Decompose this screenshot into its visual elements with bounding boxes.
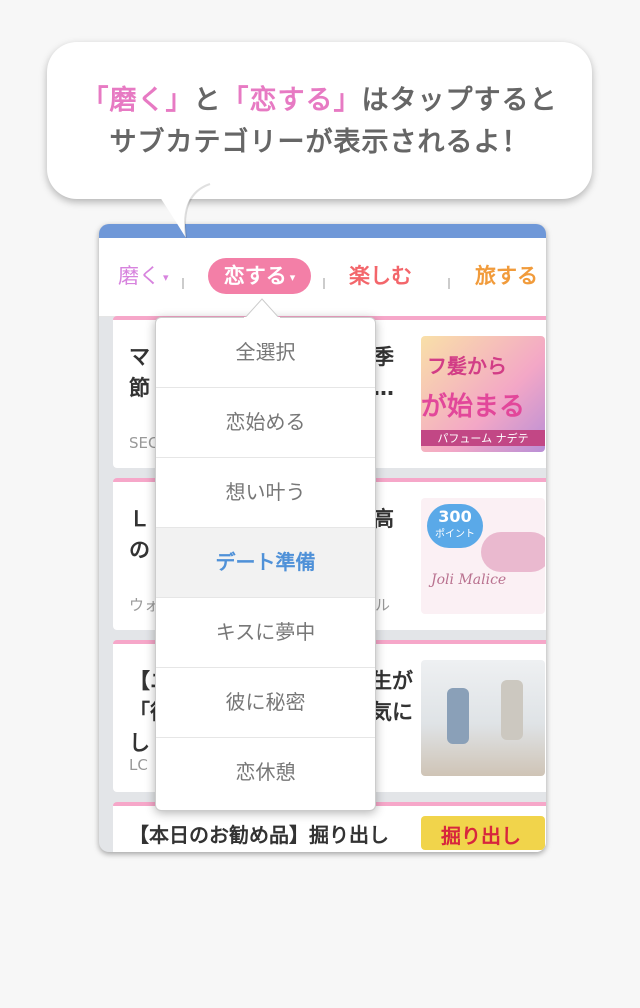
tab-tanoshimu[interactable]: 楽しむ xyxy=(349,258,412,294)
thumbnail-caption: パフューム ナデテ xyxy=(421,430,545,446)
dropdown-item-select-all[interactable]: 全選択 xyxy=(156,318,375,388)
dropdown-item-kare-ni-himitsu[interactable]: 彼に秘密 xyxy=(156,668,375,738)
tab-migaku[interactable]: 磨く ▾ xyxy=(118,258,169,294)
article-thumbnail xyxy=(421,660,545,776)
bubble-line1-end: はタップすると xyxy=(361,85,558,116)
points-value: 300 xyxy=(438,507,472,526)
tab-divider xyxy=(182,278,184,289)
tab-divider xyxy=(448,278,450,289)
article-thumbnail: フ髪から が始まる パフューム ナデテ xyxy=(421,336,545,452)
bubble-tail xyxy=(150,182,211,239)
photo-figure xyxy=(501,680,523,740)
article-source-right: ル xyxy=(375,596,391,614)
points-badge: 300 ポイント xyxy=(427,504,483,548)
highlight-koisuru: 「恋する」 xyxy=(221,85,362,116)
article-source: LC xyxy=(129,756,148,774)
dropdown-item-koi-hajimeru[interactable]: 恋始める xyxy=(156,388,375,458)
tab-migaku-label: 磨く xyxy=(118,264,160,288)
thumbnail-caption: 掘り出し xyxy=(441,824,521,848)
tab-tabisuru[interactable]: 旅する xyxy=(475,258,538,294)
thumbnail-caption: フ髪から xyxy=(427,354,507,378)
article-thumbnail: 掘り出し xyxy=(421,816,545,850)
bubble-text: 「磨く」と「恋する」はタップすると サブカテゴリーが表示されるよ！ xyxy=(47,80,592,164)
article-title: 【本日のお勧め品】掘り出し xyxy=(129,823,389,847)
photo-figure xyxy=(447,688,469,744)
points-label: ポイント xyxy=(435,529,475,540)
brand-logo: Joli Malice xyxy=(431,572,507,588)
article-title-right: 季 … xyxy=(373,345,394,400)
bubble-connector: と xyxy=(193,85,222,116)
tab-koisuru[interactable]: 恋する ▾ xyxy=(208,258,311,294)
bubble-line-2: サブカテゴリーが表示されるよ！ xyxy=(109,127,530,158)
speech-bubble: 「磨く」と「恋する」はタップすると サブカテゴリーが表示されるよ！ xyxy=(47,42,592,199)
dropdown-item-koi-kyukei[interactable]: 恋休憩 xyxy=(156,738,375,807)
subcategory-dropdown: 全選択 恋始める 想い叶う デート準備 キスに夢中 彼に秘密 恋休憩 xyxy=(155,317,376,811)
product-image xyxy=(481,532,545,572)
dropdown-item-date-junbi[interactable]: デート準備 xyxy=(156,528,375,598)
tab-divider xyxy=(323,278,325,289)
dropdown-item-omoi-kanau[interactable]: 想い叶う xyxy=(156,458,375,528)
bubble-line-1: 「磨く」と「恋する」はタップすると xyxy=(47,80,592,122)
highlight-migaku: 「磨く」 xyxy=(81,85,194,116)
category-tab-bar: 磨く ▾ 恋する ▾ 楽しむ 旅する xyxy=(99,238,546,317)
chevron-down-icon: ▾ xyxy=(289,271,296,284)
chevron-down-icon: ▾ xyxy=(163,271,169,284)
dropdown-caret xyxy=(244,298,280,319)
tab-koisuru-label: 恋する xyxy=(223,264,287,288)
article-thumbnail: 300 ポイント Joli Malice xyxy=(421,498,545,614)
article-title-right: 高 xyxy=(373,507,394,531)
dropdown-item-kiss-ni-muchu[interactable]: キスに夢中 xyxy=(156,598,375,668)
thumbnail-caption: が始まる xyxy=(421,392,526,422)
